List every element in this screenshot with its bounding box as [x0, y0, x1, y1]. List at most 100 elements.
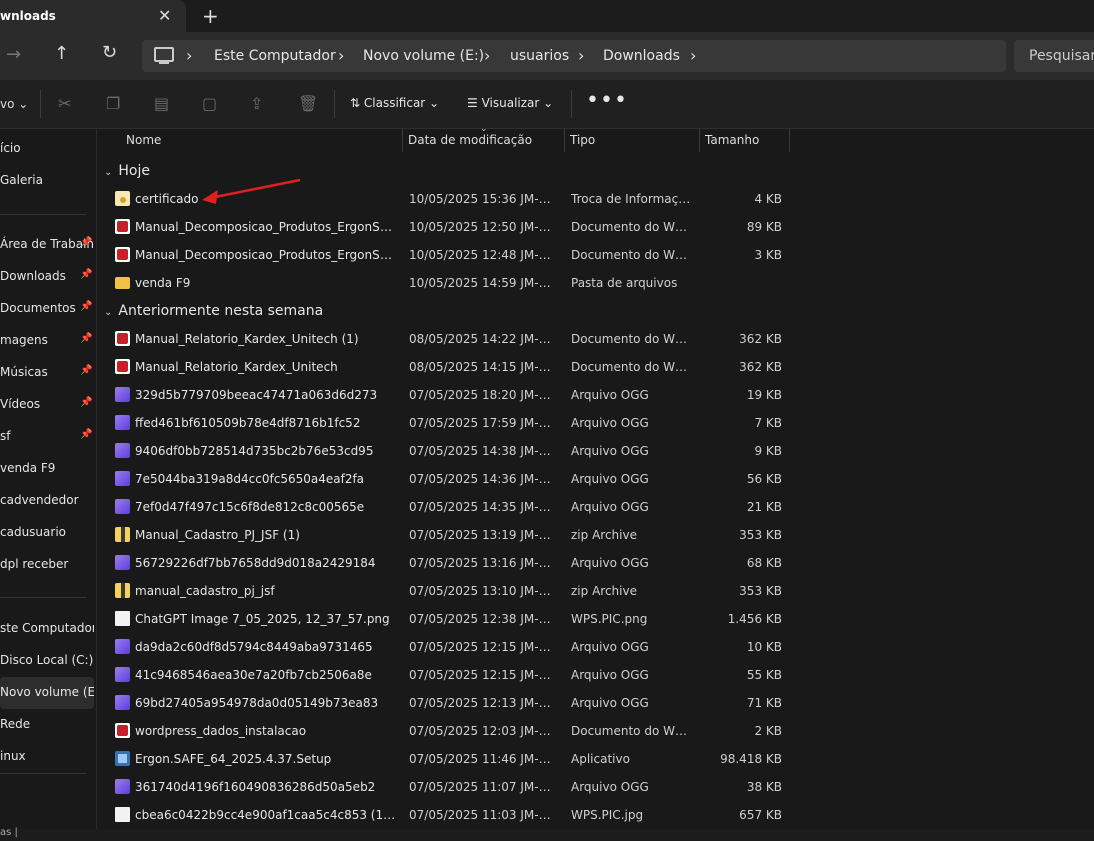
file-date: 07/05/2025 12:38 JM-DAD...: [409, 612, 557, 626]
sidebar-item-label: sf: [0, 429, 11, 443]
file-row[interactable]: venda F9 10/05/2025 14:59 JM-DAD... Pasta …: [106, 269, 784, 297]
title-bar: wnloads ✕ +: [0, 0, 1094, 32]
file-row[interactable]: Manual_Decomposicao_Produtos_ErgonSAFE 10…: [106, 241, 784, 269]
up-arrow-icon[interactable]: ↑: [54, 43, 69, 64]
file-name: Ergon.SAFE_64_2025.4.37.Setup: [135, 752, 332, 766]
new-button[interactable]: vo ⌄: [0, 97, 28, 111]
pin-icon[interactable]: 📌: [80, 429, 92, 440]
file-row[interactable]: 7ef0d47f497c15c6f8de812c8c00565e 07/05/20…: [106, 493, 784, 521]
view-icon: ☰: [467, 96, 478, 110]
pin-icon[interactable]: 📌: [80, 301, 92, 312]
tab-downloads[interactable]: wnloads ✕: [0, 0, 186, 32]
file-type: Arquivo OGG: [571, 556, 649, 570]
breadcrumb-novo-volume[interactable]: Novo volume (E:): [363, 48, 484, 64]
file-row[interactable]: 69bd27405a954978da0d05149b73ea83 07/05/20…: [106, 689, 784, 717]
column-header-date[interactable]: Data de modificação: [402, 129, 564, 153]
pin-icon[interactable]: 📌: [80, 237, 92, 248]
column-header-name[interactable]: Nome: [120, 129, 402, 153]
file-row[interactable]: Manual_Decomposicao_Produtos_ErgonSAFE_c…: [106, 213, 784, 241]
breadcrumb-este-computador[interactable]: Este Computador: [214, 48, 336, 64]
chevron-right-icon[interactable]: ›: [578, 46, 584, 65]
search-placeholder: Pesquisar e: [1029, 48, 1094, 64]
file-row[interactable]: Manual_Relatorio_Kardex_Unitech (1) 08/05…: [106, 325, 784, 353]
file-row[interactable]: Ergon.SAFE_64_2025.4.37.Setup 07/05/2025 …: [106, 745, 784, 773]
delete-icon[interactable]: 🗑: [298, 94, 318, 113]
more-options-icon[interactable]: •••: [586, 88, 628, 113]
chevron-down-icon[interactable]: ⌄: [104, 307, 112, 318]
rename-icon[interactable]: ▢: [202, 94, 217, 113]
chevron-right-icon[interactable]: ›: [690, 46, 696, 65]
sort-button[interactable]: ⇅ Classificar ⌄: [350, 96, 439, 110]
file-row[interactable]: wordpress_dados_instalacao 07/05/2025 12:…: [106, 717, 784, 745]
close-icon[interactable]: ✕: [158, 6, 171, 25]
file-date: 07/05/2025 12:03 JM-DAD...: [409, 724, 557, 738]
view-button[interactable]: ☰ Visualizar ⌄: [467, 96, 553, 110]
sidebar-item-3[interactable]: Downloads 📌: [0, 261, 94, 293]
sidebar-item-5[interactable]: magens 📌: [0, 325, 94, 357]
file-row[interactable]: 361740d4196f160490836286d50a5eb2 07/05/20…: [106, 773, 784, 801]
file-row[interactable]: Manual_Cadastro_PJ_JSF (1) 07/05/2025 13:…: [106, 521, 784, 549]
file-type: Arquivo OGG: [571, 696, 649, 710]
forward-arrow-icon[interactable]: →: [6, 44, 21, 65]
copy-icon[interactable]: ❐: [106, 94, 120, 113]
sidebar-item-4[interactable]: Documentos 📌: [0, 293, 94, 325]
chevron-right-icon[interactable]: ›: [186, 46, 192, 65]
file-name: Manual_Relatorio_Kardex_Unitech (1): [135, 332, 359, 346]
audio-file-icon: [115, 555, 130, 570]
refresh-icon[interactable]: ↻: [102, 42, 117, 63]
file-row[interactable]: 9406df0bb728514d735bc2b76e53cd95 07/05/20…: [106, 437, 784, 465]
file-row[interactable]: Manual_Relatorio_Kardex_Unitech 08/05/202…: [106, 353, 784, 381]
chevron-down-icon[interactable]: ⌄: [104, 167, 112, 178]
sidebar-item-7[interactable]: Vídeos 📌: [0, 389, 94, 421]
column-header-size[interactable]: Tamanho: [699, 129, 789, 153]
file-row[interactable]: 329d5b779709beeac47471a063d6d273 07/05/20…: [106, 381, 784, 409]
file-date: 10/05/2025 15:36 JM-DAD...: [409, 192, 557, 206]
breadcrumb-usuarios[interactable]: usuarios: [510, 48, 569, 64]
pin-icon[interactable]: 📌: [80, 269, 92, 280]
sidebar-item-11[interactable]: cadusuario: [0, 517, 94, 549]
new-tab-button[interactable]: +: [202, 4, 219, 28]
paste-icon[interactable]: ▤: [154, 94, 169, 113]
sidebar-item-10[interactable]: cadvendedor: [0, 485, 94, 517]
file-row[interactable]: cbea6c0422b9cc4e900af1caa5c4c853 (1).jpg…: [106, 801, 784, 829]
file-name: Manual_Decomposicao_Produtos_ErgonSAFE_c…: [135, 220, 397, 234]
search-input[interactable]: Pesquisar e: [1014, 40, 1094, 72]
column-header-type[interactable]: Tipo: [564, 129, 699, 153]
sidebar-item-0[interactable]: ício: [0, 133, 94, 165]
sidebar-item-15[interactable]: Novo volume (E:): [0, 677, 94, 709]
file-date: 07/05/2025 12:15 JM-DAD...: [409, 640, 557, 654]
sidebar-item-12[interactable]: dpl receber: [0, 549, 94, 581]
chevron-right-icon[interactable]: ›: [484, 46, 490, 65]
address-bar[interactable]: › Este Computador › Novo volume (E:) › u…: [142, 40, 1006, 72]
group-header[interactable]: ⌄ Anteriormente nesta semana: [104, 303, 323, 319]
sidebar-item-1[interactable]: Galeria: [0, 165, 94, 197]
column-divider[interactable]: [789, 128, 790, 152]
pin-icon[interactable]: 📌: [80, 365, 92, 376]
chevron-right-icon[interactable]: ›: [338, 46, 344, 65]
breadcrumb-downloads[interactable]: Downloads: [603, 48, 680, 64]
group-header[interactable]: ⌄ Hoje: [104, 163, 150, 179]
share-icon[interactable]: ⇪: [250, 94, 263, 113]
computer-icon[interactable]: [154, 47, 174, 64]
file-type: Pasta de arquivos: [571, 276, 678, 290]
pin-icon[interactable]: 📌: [80, 333, 92, 344]
cut-icon[interactable]: ✂: [58, 94, 71, 113]
file-row[interactable]: 7e5044ba319a8d4cc0fc5650a4eaf2fa 07/05/20…: [106, 465, 784, 493]
pin-icon[interactable]: 📌: [80, 397, 92, 408]
sidebar-item-2[interactable]: Área de Trabalh 📌: [0, 229, 94, 261]
file-row[interactable]: ChatGPT Image 7_05_2025, 12_37_57.png 07/…: [106, 605, 784, 633]
sidebar-item-16[interactable]: Rede: [0, 709, 94, 741]
sidebar-item-14[interactable]: Disco Local (C:): [0, 645, 94, 677]
file-row[interactable]: ffed461bf610509b78e4df8716b1fc52 07/05/20…: [106, 409, 784, 437]
file-size: 353 KB: [739, 528, 782, 542]
audio-file-icon: [115, 443, 130, 458]
sidebar-item-6[interactable]: Músicas 📌: [0, 357, 94, 389]
file-row[interactable]: manual_cadastro_pj_jsf 07/05/2025 13:10 J…: [106, 577, 784, 605]
sidebar-item-8[interactable]: sf 📌: [0, 421, 94, 453]
sidebar-item-17[interactable]: inux: [0, 741, 94, 773]
sidebar-item-13[interactable]: ste Computador: [0, 613, 94, 645]
sidebar-item-9[interactable]: venda F9: [0, 453, 94, 485]
file-row[interactable]: da9da2c60df8d5794c8449aba9731465 07/05/20…: [106, 633, 784, 661]
file-row[interactable]: 56729226df7bb7658dd9d018a2429184 07/05/20…: [106, 549, 784, 577]
file-row[interactable]: 41c9468546aea30e7a20fb7cb2506a8e 07/05/20…: [106, 661, 784, 689]
